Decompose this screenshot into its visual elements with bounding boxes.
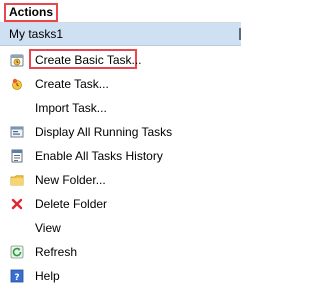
menu-item-label: View	[35, 221, 61, 235]
folder-icon	[10, 173, 24, 187]
refresh-icon	[10, 245, 24, 259]
menu-item-label: Display All Running Tasks	[35, 125, 173, 139]
svg-text:?: ?	[14, 273, 19, 283]
menu-item-display-running-tasks[interactable]: Display All Running Tasks	[0, 120, 241, 144]
menu-item-label: Help	[35, 269, 60, 283]
menu-item-create-task[interactable]: Create Task...	[0, 72, 241, 96]
group-my-tasks[interactable]: My tasks1	[0, 23, 241, 46]
menu-item-label: New Folder...	[35, 173, 106, 187]
running-tasks-icon	[10, 125, 24, 139]
menu-item-label: Create Task...	[35, 77, 109, 91]
actions-menu: Create Basic Task... Create Task... Impo…	[0, 46, 241, 288]
create-basic-task-icon	[10, 53, 24, 67]
actions-header: Actions	[0, 0, 241, 23]
group-collapse-marker[interactable]	[239, 28, 241, 40]
menu-item-label: Enable All Tasks History	[35, 149, 163, 163]
actions-title: Actions	[4, 3, 59, 22]
menu-item-view[interactable]: View	[0, 216, 241, 240]
menu-item-import-task[interactable]: Import Task...	[0, 96, 241, 120]
menu-item-refresh[interactable]: Refresh	[0, 240, 241, 264]
menu-item-delete-folder[interactable]: Delete Folder	[0, 192, 241, 216]
menu-item-label: Refresh	[35, 245, 78, 259]
menu-item-create-basic-task[interactable]: Create Basic Task...	[0, 48, 241, 72]
menu-item-help[interactable]: ? Help	[0, 264, 241, 288]
group-label: My tasks1	[9, 27, 64, 41]
menu-item-enable-tasks-history[interactable]: Enable All Tasks History	[0, 144, 241, 168]
menu-item-new-folder[interactable]: New Folder...	[0, 168, 241, 192]
actions-pane: Actions My tasks1 Create Basic Task... C…	[0, 0, 241, 300]
create-task-icon	[10, 77, 24, 91]
help-icon: ?	[10, 269, 24, 283]
delete-icon	[10, 197, 24, 211]
menu-item-label: Create Basic Task...	[35, 53, 142, 67]
menu-item-label: Delete Folder	[35, 197, 108, 211]
task-history-icon	[10, 149, 24, 163]
menu-item-label: Import Task...	[35, 101, 107, 115]
